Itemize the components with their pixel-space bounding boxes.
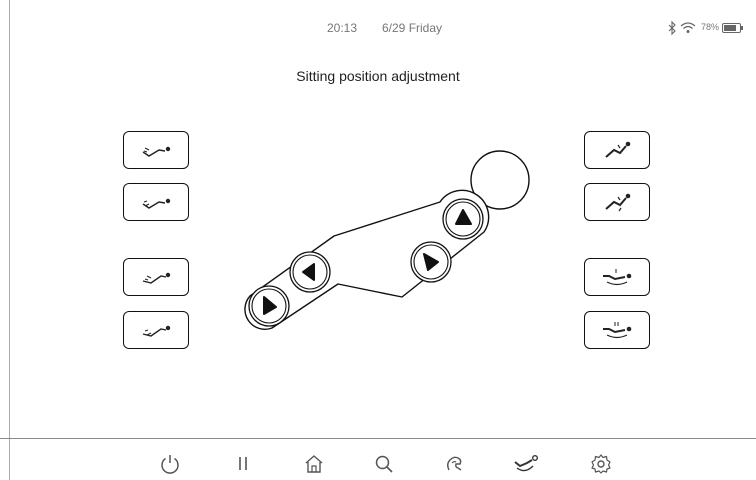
nav-pause[interactable] bbox=[229, 450, 257, 478]
nav-settings[interactable] bbox=[587, 450, 615, 478]
chair-diagram bbox=[244, 150, 530, 330]
app-screen: 20:13 6/29 Friday 78% Sitting position a… bbox=[0, 0, 756, 480]
search-icon bbox=[375, 455, 393, 473]
chair-adjust-icon bbox=[514, 455, 539, 472]
nav-search[interactable] bbox=[370, 450, 398, 478]
nav-chair-adjust[interactable] bbox=[512, 450, 540, 478]
settings-icon bbox=[591, 454, 611, 474]
massage-hand-icon bbox=[447, 456, 462, 471]
back-up-button[interactable] bbox=[441, 197, 485, 241]
nav-home[interactable] bbox=[300, 450, 328, 478]
back-down-button[interactable] bbox=[409, 240, 453, 284]
leg-up-button[interactable] bbox=[288, 250, 332, 294]
power-icon bbox=[161, 455, 179, 474]
bottom-divider bbox=[0, 438, 756, 439]
pause-icon bbox=[239, 457, 247, 470]
leg-down-button[interactable] bbox=[247, 284, 291, 328]
nav-power[interactable] bbox=[156, 450, 184, 478]
nav-massage[interactable] bbox=[441, 450, 469, 478]
home-icon bbox=[305, 455, 323, 473]
